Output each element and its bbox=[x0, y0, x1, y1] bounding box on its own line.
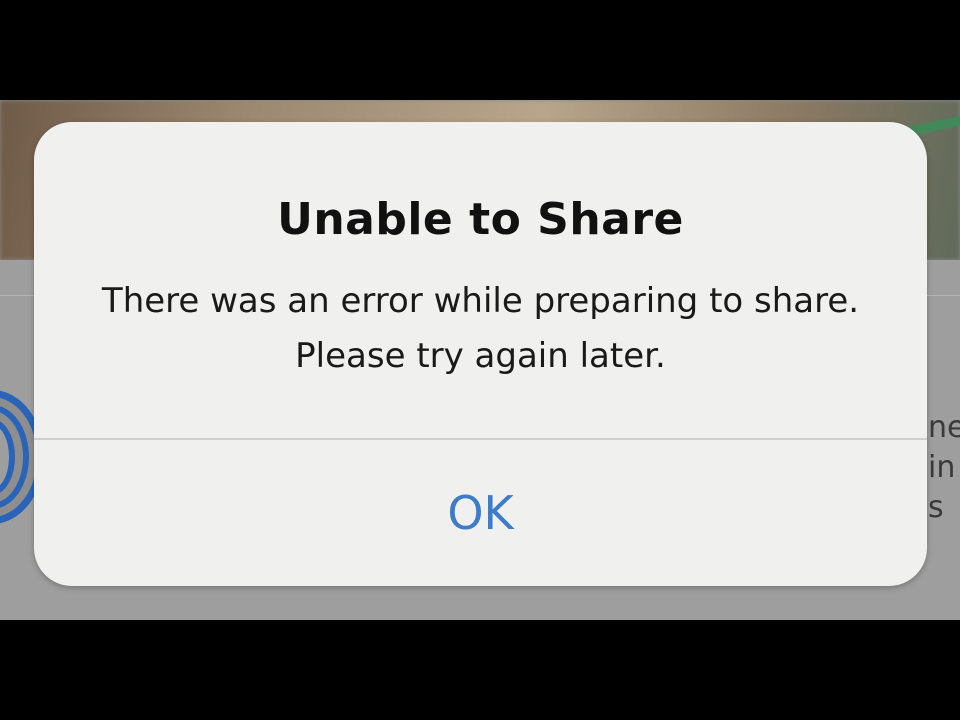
phone-screen: ne in s Unable to Share There was an err… bbox=[0, 100, 960, 620]
background-peek-text-3: s bbox=[928, 490, 944, 525]
letterbox-bottom bbox=[0, 620, 960, 720]
letterbox-top bbox=[0, 0, 960, 100]
alert-title: Unable to Share bbox=[277, 194, 684, 245]
background-peek-text-1: ne bbox=[928, 410, 960, 445]
ok-button[interactable]: OK bbox=[34, 440, 927, 586]
alert-message: There was an error while preparing to sh… bbox=[101, 281, 860, 376]
alert-dialog: Unable to Share There was an error while… bbox=[34, 122, 927, 586]
background-peek-text-2: in bbox=[928, 450, 956, 485]
